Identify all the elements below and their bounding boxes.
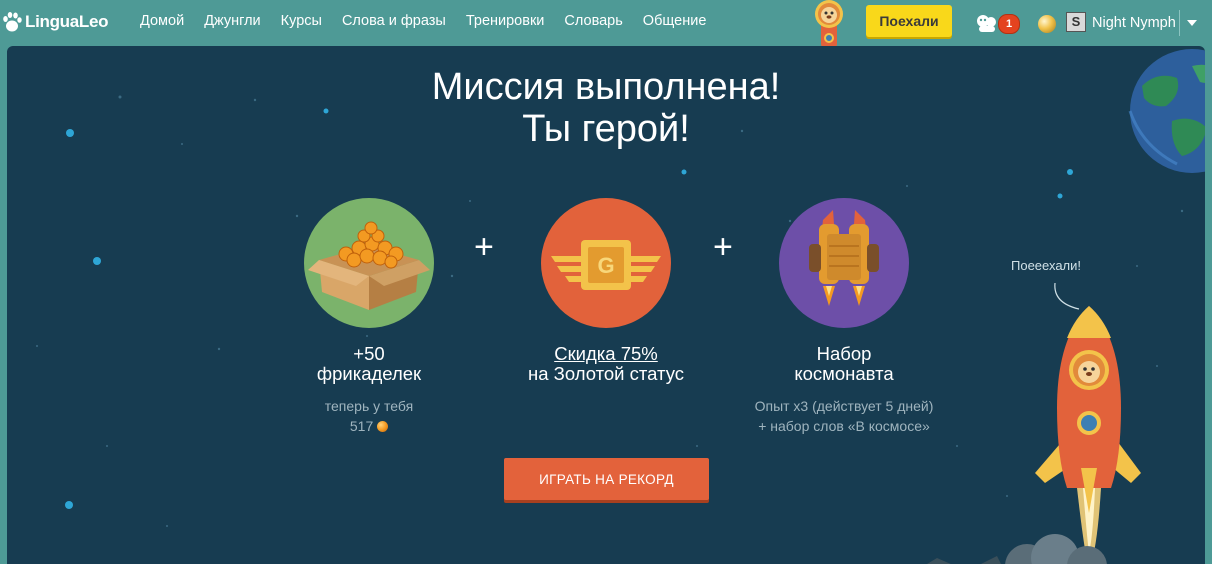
logo-text: LinguaLeo <box>25 12 109 31</box>
discount-link[interactable]: Скидка 75% <box>554 343 658 364</box>
reward-cosmonaut-kit: Набор космонавта Опыт х3 (действует 5 дн… <box>714 198 974 436</box>
meatball-balance: 517 <box>349 418 374 434</box>
paw-logo-icon <box>3 12 22 32</box>
reward-kit-sub: Опыт х3 (действует 5 дней) + набор слов … <box>714 396 974 436</box>
smoke-clouds-decoration <box>927 534 1107 564</box>
go-button[interactable]: Поехали <box>866 5 952 37</box>
discount-description: на Золотой статус <box>528 363 684 384</box>
reward-meatballs: +50 фрикаделек теперь у тебя 517 <box>239 198 499 436</box>
logo[interactable]: LinguaLeo <box>2 10 109 34</box>
nav-trainings[interactable]: Тренировки <box>466 13 545 29</box>
nav-jungle[interactable]: Джунгли <box>204 13 260 29</box>
reward-kit-title-2: космонавта <box>794 363 894 384</box>
notification-badge[interactable]: 1 <box>998 14 1020 34</box>
main-nav: Домой Джунгли Курсы Слова и фразы Тренир… <box>140 13 726 29</box>
reward-gold-discount: G Скидка 75% на Золотой статус <box>476 198 736 384</box>
meatball-icon[interactable] <box>1038 15 1056 33</box>
nav-divider <box>1179 10 1180 36</box>
nav-dictionary[interactable]: Словарь <box>564 13 622 29</box>
reward-meatballs-unit: фрикаделек <box>316 363 422 384</box>
mascot-rocket-icon <box>815 0 843 48</box>
speech-bubble-text: Поееехали! <box>1011 258 1082 273</box>
reward-discount-label: Скидка 75% на Золотой статус <box>476 344 736 384</box>
reward-meatballs-sub: теперь у тебя 517 <box>239 396 499 436</box>
reward-meatballs-now: теперь у тебя <box>324 398 414 414</box>
friends-icon[interactable] <box>975 13 999 33</box>
username-link[interactable]: Night Nymph <box>1092 15 1176 31</box>
play-for-record-button[interactable]: ИГРАТЬ НА РЕКОРД <box>504 458 709 500</box>
nav-home[interactable]: Домой <box>140 13 184 29</box>
svg-text:G: G <box>597 253 614 278</box>
title-line-2: Ты герой! <box>522 108 690 150</box>
title-line-1: Миссия выполнена! <box>431 66 781 108</box>
reward-meatballs-label: +50 фрикаделек <box>239 344 499 384</box>
reward-kit-label: Набор космонавта <box>714 344 974 384</box>
gold-badge-icon: G <box>541 198 671 328</box>
reward-kit-xp: Опыт х3 (действует 5 дней) <box>754 398 934 414</box>
reward-kit-title-1: Набор <box>816 343 872 364</box>
mission-complete-panel: Миссия выполнена! Ты герой! +50 фрикадел… <box>7 46 1205 564</box>
chevron-down-icon[interactable] <box>1187 20 1197 26</box>
jetpack-icon <box>779 198 909 328</box>
reward-meatballs-amount: +50 <box>353 343 385 364</box>
page-title: Миссия выполнена! Ты герой! <box>7 66 1205 150</box>
meatball-box-icon <box>304 198 434 328</box>
meatball-coin-icon <box>377 421 389 432</box>
top-nav-bar: LinguaLeo Домой Джунгли Курсы Слова и фр… <box>0 0 1212 48</box>
nav-community[interactable]: Общение <box>643 13 707 29</box>
nav-words-phrases[interactable]: Слова и фразы <box>342 13 446 29</box>
avatar[interactable]: S <box>1066 12 1086 32</box>
reward-kit-words: + набор слов «В космосе» <box>758 418 930 434</box>
nav-courses[interactable]: Курсы <box>281 13 322 29</box>
